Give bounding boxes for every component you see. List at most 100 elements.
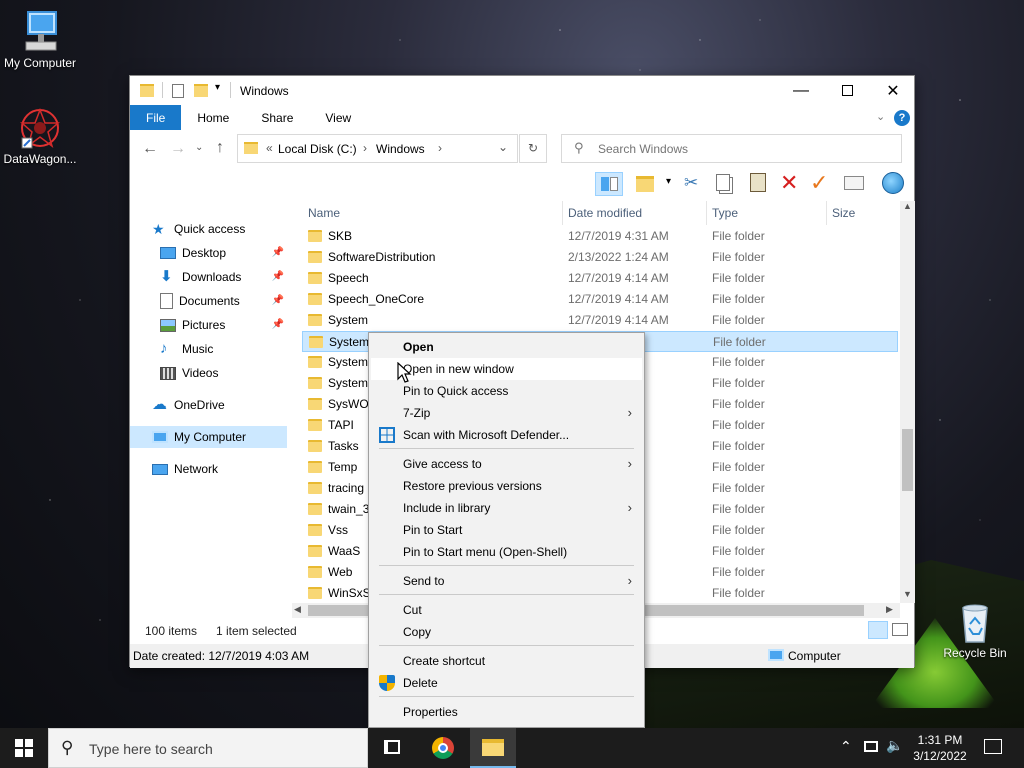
scroll-down-icon[interactable]: ▼ [903, 589, 912, 599]
nav-desktop[interactable]: Desktop 📌 [160, 242, 288, 264]
title-bar[interactable]: ▾ Windows — ✕ [130, 76, 914, 105]
nav-music[interactable]: ♪ Music [160, 338, 288, 360]
table-row[interactable]: System 12/7/2019 4:14 AM File folder [302, 310, 898, 331]
documents-icon [160, 293, 173, 309]
new-folder-dropdown-icon[interactable]: ▾ [666, 176, 671, 187]
customize-toolbar-icon[interactable]: ▾ [215, 82, 220, 93]
help-icon[interactable]: ? [894, 110, 910, 126]
properties-icon[interactable] [844, 176, 864, 190]
pin-icon[interactable]: 📌 [272, 295, 284, 306]
menu-item-open[interactable]: Open [371, 336, 642, 358]
desktop-icon-recycle-bin[interactable]: Recycle Bin [935, 600, 1015, 660]
details-view-icon[interactable] [868, 621, 888, 639]
scroll-left-icon[interactable]: ◀ [294, 604, 301, 615]
menu-item-delete[interactable]: Delete [371, 672, 642, 694]
nav-onedrive[interactable]: ☁ OneDrive [152, 394, 310, 416]
notifications-button[interactable] [976, 728, 1016, 768]
address-bar[interactable]: « Local Disk (C:) › Windows › ⌄ [237, 134, 518, 163]
pin-icon[interactable]: 📌 [272, 271, 284, 282]
globe-icon[interactable] [882, 172, 904, 194]
copy-icon[interactable] [716, 174, 730, 191]
menu-item-scan-with-microsoft-defender[interactable]: Scan with Microsoft Defender... [371, 424, 642, 446]
menu-item-create-shortcut[interactable]: Create shortcut [371, 650, 642, 672]
nav-videos[interactable]: Videos [160, 362, 288, 384]
network-status-icon[interactable] [864, 741, 878, 752]
scroll-thumb[interactable] [902, 429, 913, 491]
menu-item-give-access-to[interactable]: Give access to › [371, 453, 642, 475]
desktop-icon-datawagon[interactable]: DataWagon... [0, 106, 80, 166]
tab-view[interactable]: View [309, 105, 367, 130]
column-header-size[interactable]: Size [832, 201, 855, 225]
desktop-icon-my-computer[interactable]: My Computer [0, 10, 80, 70]
show-hidden-icons-icon[interactable]: ⌃ [840, 738, 852, 755]
properties-quick-icon[interactable] [172, 84, 184, 98]
address-overflow[interactable]: « [266, 141, 273, 155]
pin-icon[interactable]: 📌 [272, 247, 284, 258]
tab-home[interactable]: Home [181, 105, 245, 130]
up-icon[interactable]: ↑ [216, 139, 224, 157]
file-name: tracing [328, 481, 365, 495]
taskbar-search[interactable]: ⚲ Type here to search [48, 728, 368, 768]
nav-network[interactable]: Network [152, 458, 310, 480]
clock[interactable]: 1:31 PM 3/12/2022 [906, 728, 974, 768]
paste-icon[interactable] [750, 173, 766, 192]
search-box[interactable]: ⚲ [561, 134, 902, 163]
menu-item-copy[interactable]: Copy [371, 621, 642, 643]
menu-item-restore-previous-versions[interactable]: Restore previous versions [371, 475, 642, 497]
new-folder-quick-icon[interactable] [194, 84, 208, 97]
address-dropdown-icon[interactable]: ⌄ [498, 140, 508, 154]
search-input[interactable] [598, 140, 888, 158]
table-row[interactable]: SKB 12/7/2019 4:31 AM File folder [302, 226, 898, 247]
file-type: File folder [712, 481, 765, 495]
column-header-date-modified[interactable]: Date modified [568, 201, 642, 225]
nav-downloads[interactable]: ⬇ Downloads 📌 [160, 266, 288, 288]
expand-ribbon-icon[interactable]: ⌄ [876, 110, 885, 123]
maximize-button[interactable] [824, 76, 870, 105]
pin-icon[interactable]: 📌 [272, 319, 284, 330]
table-row[interactable]: Speech_OneCore 12/7/2019 4:14 AM File fold… [302, 289, 898, 310]
rename-check-icon[interactable]: ✓ [810, 170, 828, 196]
menu-item-pin-to-start-menu-open-shell[interactable]: Pin to Start menu (Open-Shell) [371, 541, 642, 563]
vertical-scrollbar[interactable]: ▲ ▼ [900, 201, 915, 603]
table-row[interactable]: Speech 12/7/2019 4:14 AM File folder [302, 268, 898, 289]
tab-file[interactable]: File [130, 105, 182, 130]
scroll-up-icon[interactable]: ▲ [903, 201, 912, 211]
column-header-type[interactable]: Type [712, 201, 738, 225]
file-name: SoftwareDistribution [328, 250, 436, 264]
tab-share[interactable]: Share [245, 105, 309, 130]
nav-quick-access[interactable]: ★ Quick access [152, 218, 310, 240]
minimize-button[interactable]: — [778, 76, 824, 105]
menu-item-send-to[interactable]: Send to › [371, 570, 642, 592]
breadcrumb-local-disk[interactable]: Local Disk (C:) [278, 142, 357, 156]
file-type: File folder [712, 418, 765, 432]
nav-documents[interactable]: Documents 📌 [160, 290, 288, 312]
window-title: Windows [240, 84, 289, 98]
task-view-button[interactable] [372, 728, 412, 768]
menu-item-pin-to-start[interactable]: Pin to Start [371, 519, 642, 541]
file-explorer-taskbar-button[interactable] [470, 728, 516, 768]
menu-item-properties[interactable]: Properties [371, 701, 642, 723]
back-icon[interactable]: ← [142, 140, 158, 158]
forward-icon[interactable]: → [170, 140, 186, 158]
breadcrumb-windows[interactable]: Windows [376, 142, 425, 156]
nav-my-computer[interactable]: My Computer [130, 426, 287, 448]
chrome-taskbar-button[interactable] [422, 728, 464, 768]
delete-icon[interactable]: ✕ [780, 170, 798, 196]
cut-icon[interactable]: ✂ [684, 173, 698, 193]
scroll-right-icon[interactable]: ▶ [886, 604, 893, 615]
volume-icon[interactable]: 🔈 [886, 737, 903, 754]
menu-item-7-zip[interactable]: 7-Zip › [371, 402, 642, 424]
start-button[interactable] [0, 728, 48, 768]
refresh-button[interactable]: ↻ [519, 134, 547, 163]
menu-item-cut[interactable]: Cut [371, 599, 642, 621]
nav-pictures[interactable]: Pictures 📌 [160, 314, 288, 336]
navigation-pane-icon[interactable] [595, 172, 623, 196]
new-folder-icon[interactable] [636, 176, 654, 192]
close-button[interactable]: ✕ [870, 76, 916, 105]
quick-toolbar: ▾ ✂ ✕ ✓ [130, 170, 914, 200]
large-icons-view-icon[interactable] [892, 623, 908, 636]
column-header-name[interactable]: Name [308, 201, 340, 225]
menu-item-include-in-library[interactable]: Include in library › [371, 497, 642, 519]
recent-locations-icon[interactable]: ⌄ [195, 142, 203, 153]
table-row[interactable]: SoftwareDistribution 2/13/2022 1:24 AM Fil… [302, 247, 898, 268]
